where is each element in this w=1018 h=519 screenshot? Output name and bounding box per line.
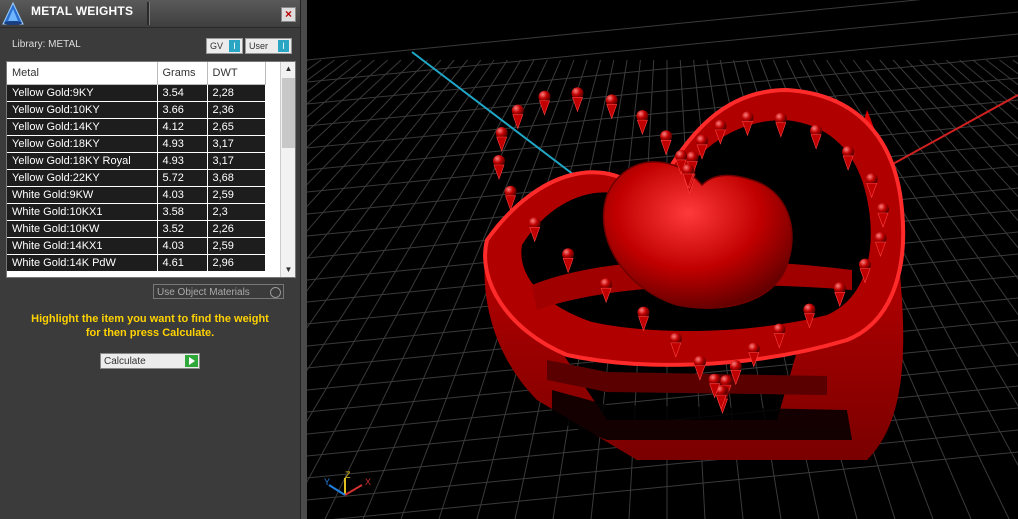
prong-spike [493,164,505,180]
instruction-line-1: Highlight the item you want to find the … [31,313,269,325]
prong-spike [539,100,550,116]
cell-grams: 4.93 [157,135,208,153]
cell-metal: White Gold:14K PdW [7,254,158,272]
use-object-materials-label: Use Object Materials [157,287,250,298]
calculate-label: Calculate [104,356,146,367]
cell-dwt: 2,3 [207,203,266,221]
cell-dwt: 2,65 [207,118,266,136]
table-row[interactable]: Yellow Gold:18KY 4.93 3,17 [7,135,266,153]
column-header-dwt[interactable]: DWT [207,62,266,85]
cell-grams: 4.03 [157,186,208,204]
instruction-text: Highlight the item you want to find the … [0,312,300,340]
gv-toggle-label: GV [210,41,224,51]
panel-title: METAL WEIGHTS [31,4,134,18]
cell-dwt: 2,59 [207,237,266,255]
cell-dwt: 2,28 [207,84,266,102]
viewport-canvas[interactable]: Z X Y [307,0,1018,519]
table-row[interactable]: White Gold:10KX1 3.58 2,3 [7,203,266,221]
prong-spike [606,104,618,120]
gizmo-z-label: Z [345,470,351,480]
cell-grams: 4.12 [157,118,208,136]
cell-dwt: 2,96 [207,254,266,272]
cell-grams: 4.03 [157,237,208,255]
calculate-button[interactable]: Calculate [100,353,200,369]
cell-metal: Yellow Gold:22KY [7,169,158,187]
cell-dwt: 3,17 [207,135,266,153]
panel-titlebar[interactable]: METAL WEIGHTS × [0,0,300,28]
radio-circle-icon [270,287,281,298]
cell-grams: 4.93 [157,152,208,170]
table-row[interactable]: Yellow Gold:18KY Royal 4.93 3,17 [7,152,266,170]
cell-grams: 3.66 [157,101,208,119]
close-button[interactable]: × [281,7,296,22]
cell-metal: Yellow Gold:18KY [7,135,158,153]
cell-metal: White Gold:10KX1 [7,203,158,221]
gv-toggle[interactable]: GV I [206,38,243,54]
gv-toggle-indicator: I [229,40,240,52]
axis-gizmo: Z X Y [324,470,371,496]
cell-metal: White Gold:10KW [7,220,158,238]
scroll-up-icon[interactable]: ▲ [281,62,295,76]
gizmo-y-label: Y [324,477,330,487]
instruction-line-2: for then press Calculate. [85,327,215,339]
cell-dwt: 2,26 [207,220,266,238]
library-label: Library: METAL [12,39,81,50]
table-row[interactable]: Yellow Gold:10KY 3.66 2,36 [7,101,266,119]
cell-grams: 3.54 [157,84,208,102]
metal-table: Metal Grams DWT Yellow Gold:9KY 3.54 2,28 Y… [6,61,296,278]
cell-metal: Yellow Gold:18KY Royal [7,152,158,170]
table-row[interactable]: Yellow Gold:14KY 4.12 2,65 [7,118,266,136]
cell-metal: Yellow Gold:14KY [7,118,158,136]
cell-metal: White Gold:9KW [7,186,158,204]
use-object-materials-checkbox[interactable]: Use Object Materials [153,284,284,299]
table-row[interactable]: White Gold:14KX1 4.03 2,59 [7,237,266,255]
metal-weights-panel: METAL WEIGHTS × Library: METAL GV I User… [0,0,301,519]
table-row[interactable]: White Gold:10KW 3.52 2,26 [7,220,266,238]
title-divider [147,2,150,25]
app-logo-icon [2,2,24,25]
play-arrow-icon [185,355,198,367]
prong-spike [636,119,648,136]
gizmo-x-label: X [365,477,371,487]
cell-dwt: 3,68 [207,169,266,187]
user-toggle-label: User [249,41,269,51]
prong-spike [496,136,508,152]
cell-grams: 5.72 [157,169,208,187]
table-scrollbar[interactable]: ▲ ▼ [280,62,295,277]
table-row[interactable]: White Gold:14K PdW 4.61 2,96 [7,254,266,272]
table-row[interactable]: Yellow Gold:9KY 3.54 2,28 [7,84,266,102]
heart-ring-model[interactable] [483,87,906,460]
cell-grams: 4.61 [157,254,208,272]
cell-metal: Yellow Gold:10KY [7,101,158,119]
prong-spike [660,140,672,156]
cell-dwt: 2,59 [207,186,266,204]
table-row[interactable]: White Gold:9KW 4.03 2,59 [7,186,266,204]
scroll-down-icon[interactable]: ▼ [281,263,295,277]
cell-metal: White Gold:14KX1 [7,237,158,255]
user-toggle-indicator: I [278,40,289,52]
user-toggle[interactable]: User I [245,38,292,54]
scrollbar-thumb[interactable] [282,78,295,148]
cell-dwt: 2,36 [207,101,266,119]
table-row[interactable]: Yellow Gold:22KY 5.72 3,68 [7,169,266,187]
3d-viewport[interactable]: Z X Y [307,0,1018,519]
column-header-metal[interactable]: Metal [7,62,158,85]
table-header-row: Metal Grams DWT [7,62,266,85]
cell-metal: Yellow Gold:9KY [7,84,158,102]
cell-grams: 3.58 [157,203,208,221]
cell-grams: 3.52 [157,220,208,238]
prong-spike [572,97,583,113]
column-header-grams[interactable]: Grams [157,62,208,85]
cell-dwt: 3,17 [207,152,266,170]
